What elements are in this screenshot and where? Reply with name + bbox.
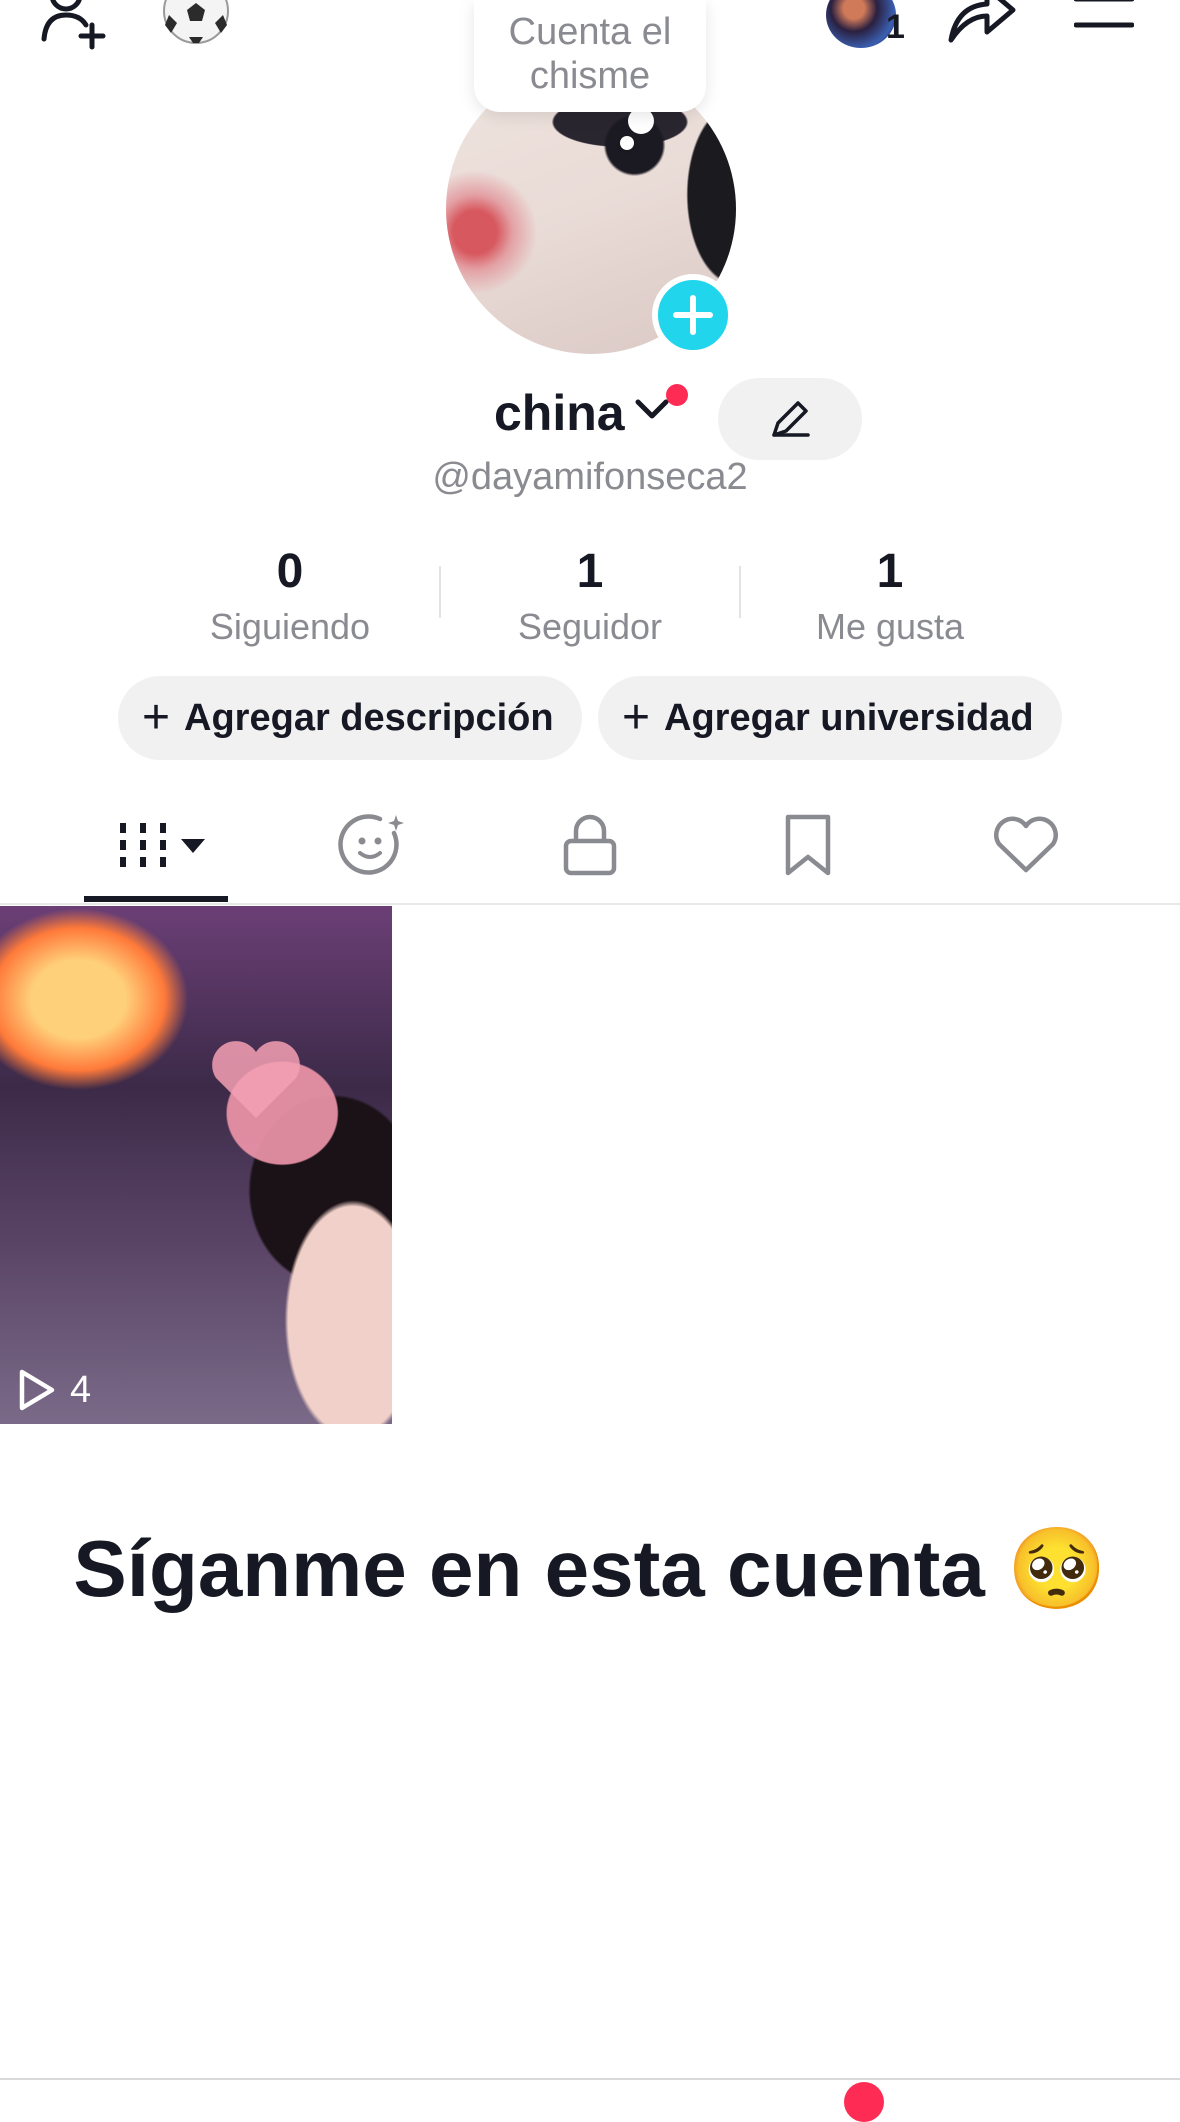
add-story-button[interactable] — [652, 274, 734, 356]
tooltip-line-1: Cuenta el — [508, 11, 672, 53]
play-count-value: 4 — [70, 1368, 92, 1411]
menu-button[interactable] — [1070, 0, 1138, 46]
tab-active-indicator — [84, 896, 228, 902]
profile-name[interactable]: china — [494, 384, 625, 442]
video-thumbnail[interactable] — [0, 906, 392, 1424]
stat-value: 0 — [276, 545, 304, 598]
add-description-label: Agregar descripción — [184, 696, 554, 739]
tooltip-line-2: chisme — [529, 55, 651, 97]
videos-grid-icon — [120, 823, 205, 867]
tab-private[interactable] — [552, 810, 628, 880]
story-count: 1 — [886, 8, 905, 46]
reposts-face-icon — [338, 814, 404, 875]
hamburger-icon — [1074, 0, 1134, 28]
tab-reposts[interactable] — [334, 810, 414, 880]
add-friend-button[interactable] — [36, 0, 116, 54]
pencil-icon — [772, 401, 810, 437]
overlay-caption: Síganme en esta cuenta 🥺 — [73, 1524, 1107, 1613]
add-university-button[interactable]: + Agregar universidad — [598, 676, 1062, 760]
soccer-ball-button[interactable] — [160, 0, 232, 48]
edit-profile-button[interactable] — [718, 378, 862, 460]
chevron-down-icon — [635, 399, 669, 419]
video-play-count: 4 — [16, 1368, 91, 1412]
stat-following[interactable]: 0 Siguiendo — [140, 540, 440, 650]
tab-saved[interactable] — [770, 810, 846, 880]
status-tooltip[interactable]: Cuenta el chisme — [474, 0, 706, 112]
stat-followers[interactable]: 1 Seguidor — [440, 540, 740, 650]
stat-value: 1 — [876, 545, 904, 598]
heart-icon — [994, 816, 1058, 873]
stat-label: Siguiendo — [209, 606, 371, 647]
share-button[interactable] — [944, 0, 1020, 48]
account-switcher-button[interactable] — [634, 396, 670, 429]
tab-videos[interactable] — [100, 810, 220, 880]
bookmark-icon — [785, 814, 831, 876]
soccer-ball-icon — [163, 0, 229, 44]
share-arrow-icon — [948, 0, 1016, 43]
add-university-label: Agregar universidad — [664, 696, 1034, 739]
plus-icon: + — [622, 691, 651, 744]
lock-icon — [563, 814, 617, 876]
bottom-nav-divider — [0, 2078, 1180, 2080]
plus-icon — [673, 295, 713, 335]
inbox-notification-dot — [844, 2082, 884, 2122]
tab-liked[interactable] — [986, 810, 1066, 880]
notification-dot — [666, 384, 688, 406]
play-icon — [19, 1369, 55, 1411]
add-description-button[interactable]: + Agregar descripción — [118, 676, 582, 760]
tabs-divider — [0, 903, 1180, 905]
thumbnail-heart-sticker — [212, 1041, 300, 1118]
stat-label: Seguidor — [517, 606, 663, 647]
stat-likes[interactable]: 1 Me gusta — [740, 540, 1040, 650]
stat-label: Me gusta — [815, 606, 965, 647]
profile-handle: @dayamifonseca2 — [432, 456, 748, 498]
stat-value: 1 — [576, 545, 604, 598]
tooltip-dot — [620, 136, 634, 150]
person-plus-icon — [41, 0, 106, 50]
plus-icon: + — [142, 691, 171, 744]
